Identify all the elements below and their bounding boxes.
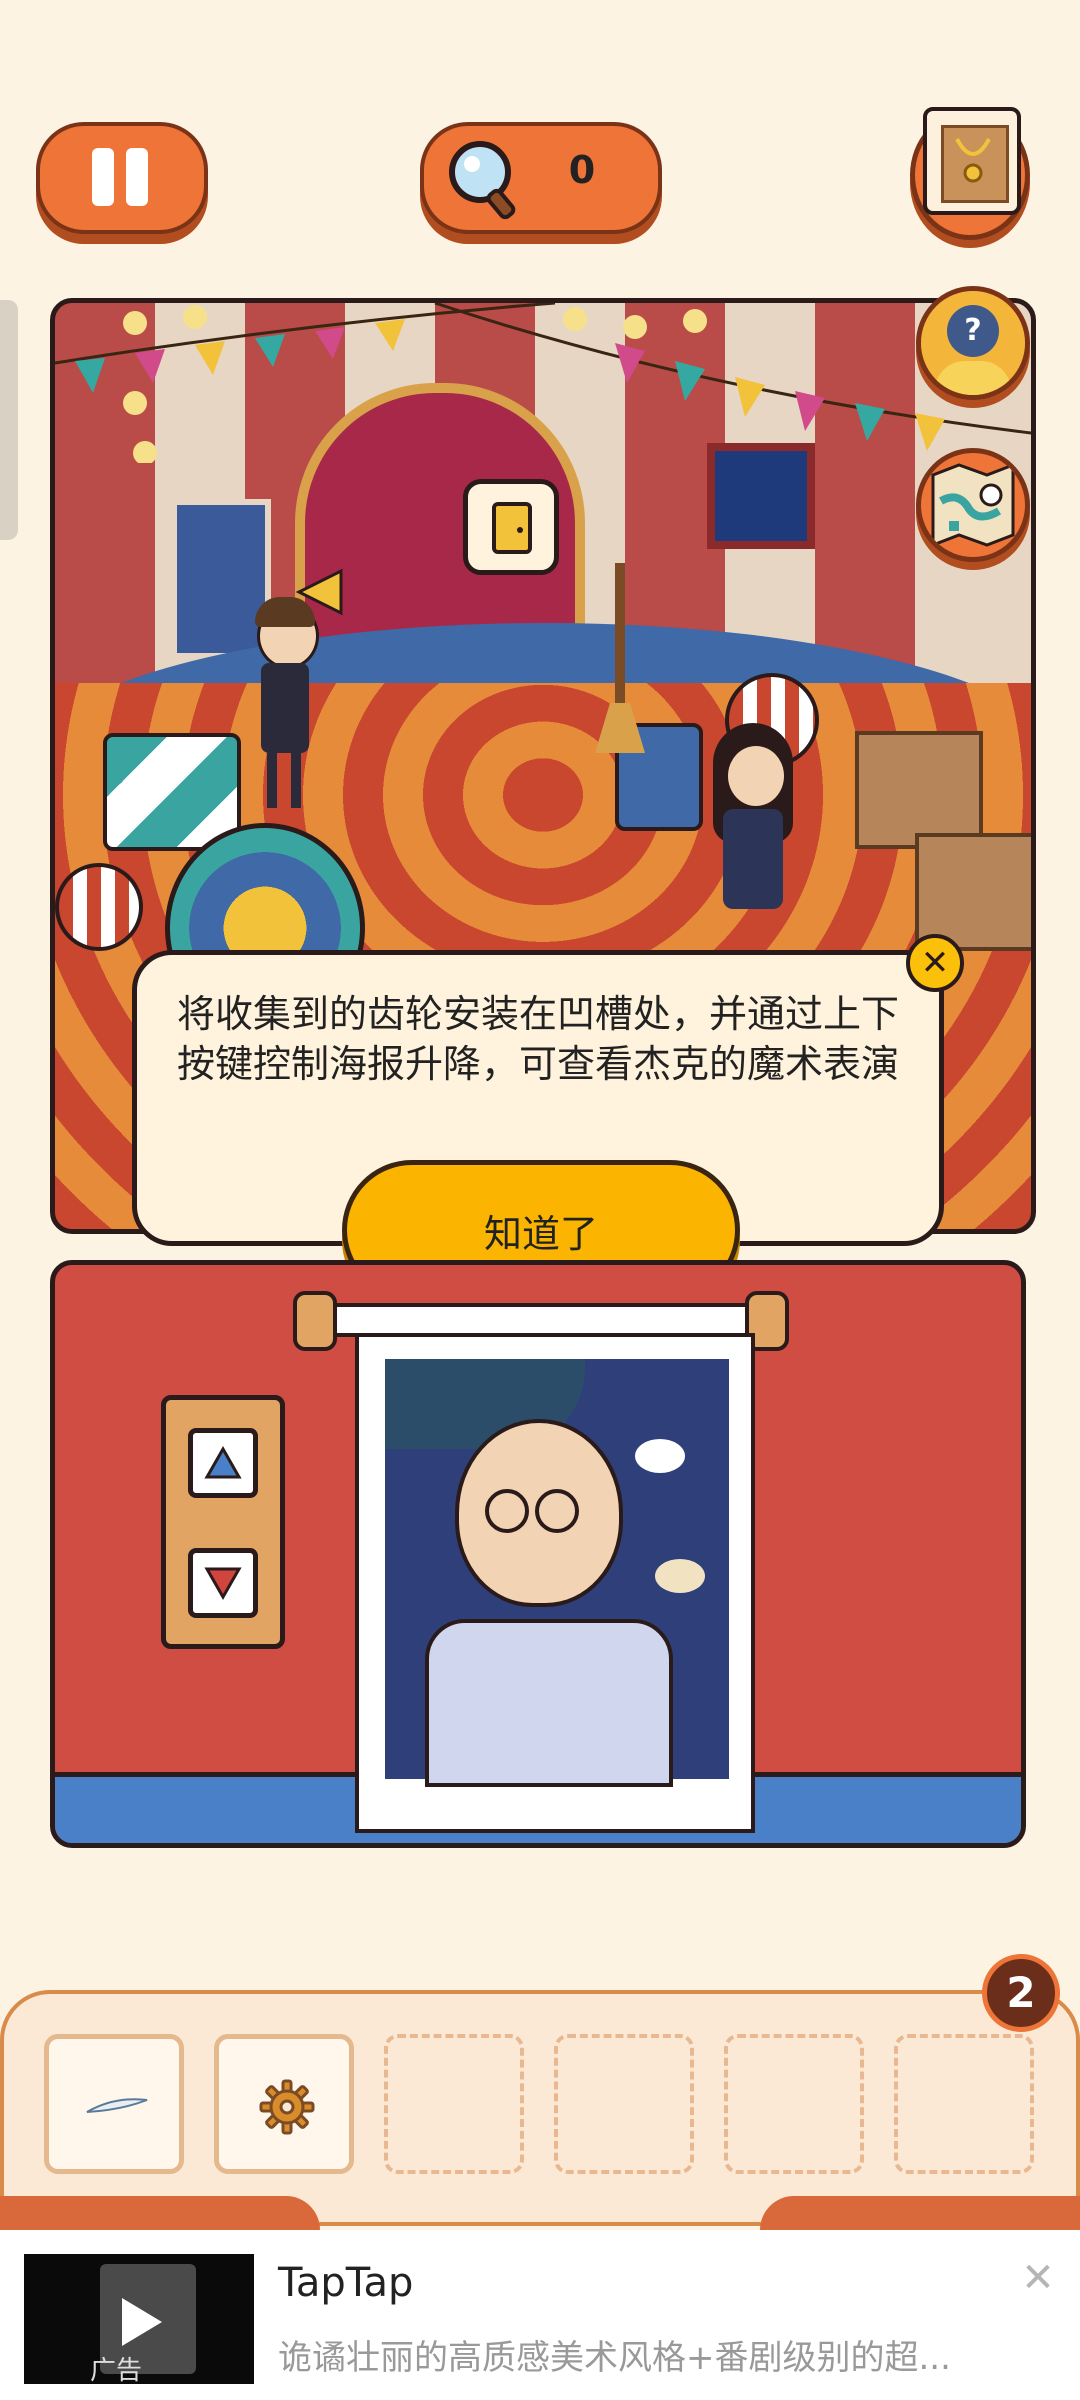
up-arrow-icon xyxy=(204,1445,242,1479)
raise-poster-button[interactable] xyxy=(188,1428,258,1498)
close-icon: ✕ xyxy=(1021,2255,1055,2301)
map-button[interactable] xyxy=(916,448,1030,562)
poster-puzzle-panel[interactable] xyxy=(50,1260,1026,1848)
inventory-slot-4[interactable] xyxy=(554,2034,694,2174)
down-arrow-icon xyxy=(204,1567,242,1601)
inventory-slot-6[interactable] xyxy=(894,2034,1034,2174)
magnifier-icon xyxy=(449,141,516,220)
necklace-picture-icon xyxy=(923,107,1021,215)
hint-counter-button[interactable]: 0 xyxy=(420,122,662,234)
ad-title: TapTap xyxy=(278,2260,414,2306)
feather-icon xyxy=(86,2098,148,2113)
magician-portrait xyxy=(385,1359,729,1787)
pause-icon xyxy=(92,148,152,208)
inventory-slot-3[interactable] xyxy=(384,2034,524,2174)
inventory-slot-2[interactable] xyxy=(214,2034,354,2174)
gear-icon xyxy=(259,2079,315,2135)
close-icon: ✕ xyxy=(920,943,950,983)
girl-character[interactable] xyxy=(695,723,815,923)
inventory-slot-1[interactable] xyxy=(44,2034,184,2174)
lower-poster-button[interactable] xyxy=(188,1548,258,1618)
inventory-count-badge: 2 xyxy=(982,1954,1060,2032)
inventory-slot-5[interactable] xyxy=(724,2034,864,2174)
door-navigation-button[interactable] xyxy=(463,479,559,575)
side-edge-tab[interactable] xyxy=(0,300,18,540)
ad-thumbnail[interactable]: 广告 xyxy=(24,2254,254,2386)
ad-description: 诡谲壮丽的高质感美术风格+番剧级别的超... xyxy=(278,2338,951,2378)
night-window[interactable] xyxy=(707,443,815,549)
hint-count: 0 xyxy=(568,148,596,192)
picture-item-button[interactable] xyxy=(910,107,1030,240)
boy-character[interactable] xyxy=(245,597,325,813)
tip-message: 将收集到的齿轮安装在凹槽处，并通过上下按键控制海报升降，可查看杰克的魔术表演 xyxy=(176,992,899,1086)
ad-tag: 广告 xyxy=(90,2356,143,2386)
magician-poster[interactable] xyxy=(355,1333,755,1833)
help-character-icon: ? xyxy=(921,291,1025,395)
tip-close-button[interactable]: ✕ xyxy=(906,934,964,992)
door-icon xyxy=(492,502,532,554)
broom[interactable] xyxy=(615,563,625,713)
poster-rod xyxy=(295,1303,763,1337)
striped-ball[interactable] xyxy=(55,863,143,951)
help-button[interactable]: ? xyxy=(916,286,1030,400)
ad-close-button[interactable]: ✕ xyxy=(1016,2256,1060,2300)
wooden-crate[interactable] xyxy=(855,731,983,849)
lift-control-box xyxy=(161,1395,285,1649)
ad-banner[interactable]: 广告 TapTap 诡谲壮丽的高质感美术风格+番剧级别的超... ✕ xyxy=(0,2230,1080,2400)
play-icon xyxy=(122,2298,162,2346)
tip-confirm-label: 知道了 xyxy=(483,1211,598,1256)
pause-button[interactable] xyxy=(36,122,208,234)
map-icon xyxy=(931,462,1015,548)
